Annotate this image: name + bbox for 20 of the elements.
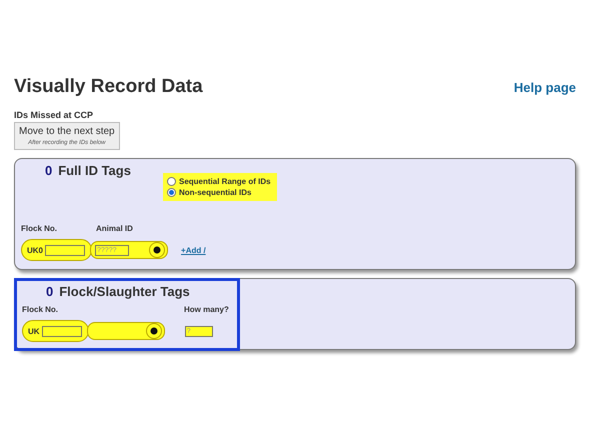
section-label: IDs Missed at CCP (14, 110, 94, 120)
page-title: Visually Record Data (14, 76, 203, 98)
panel-title: Full ID Tags (58, 163, 131, 178)
flock-prefix: UK (28, 326, 40, 336)
tag-count: 0 (45, 163, 52, 178)
field-label: Flock No. (21, 224, 58, 233)
field-label: How many? (184, 305, 229, 314)
radio-button[interactable] (167, 177, 176, 186)
tag-count: 0 (46, 284, 54, 299)
add-link[interactable]: +Add / (181, 246, 206, 254)
flock-number-field[interactable] (45, 244, 86, 256)
field-label: Animal ID (96, 224, 133, 233)
field-label: Flock No. (22, 305, 60, 314)
mode-option[interactable]: Sequential Range of IDs (167, 177, 271, 186)
radio-button[interactable] (167, 188, 176, 197)
panel-title: Flock/Slaughter Tags (59, 284, 190, 299)
mode-option[interactable]: Non-sequential IDs (167, 188, 271, 197)
flock-prefix: UK0 (27, 246, 44, 254)
flock-number-field[interactable] (42, 326, 82, 336)
help-link[interactable]: Help page (514, 80, 576, 94)
